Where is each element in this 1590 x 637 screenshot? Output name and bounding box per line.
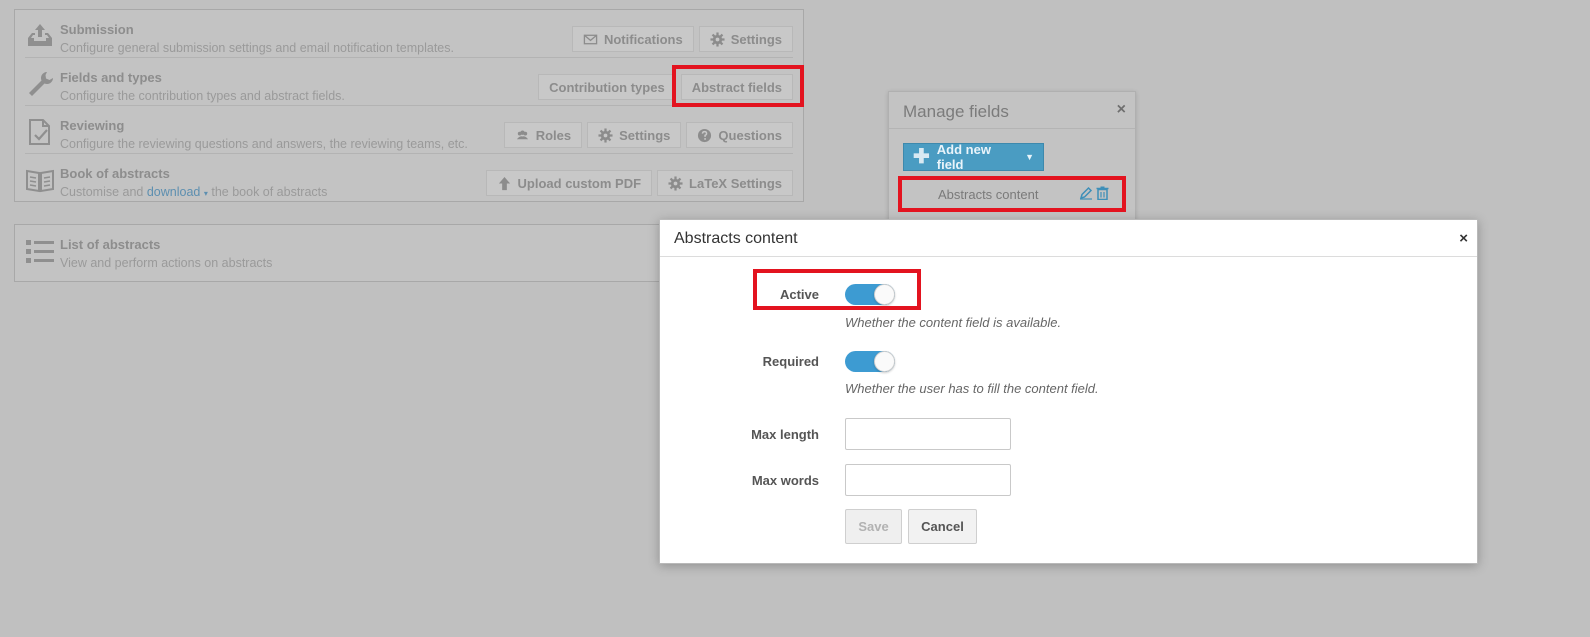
row-description: Customise and download ▾ the book of abs… [60,185,327,199]
gear-icon [598,127,613,143]
inbox-upload-icon [25,21,55,51]
settings-label: Settings [730,31,782,47]
envelope-icon [583,32,598,47]
notifications-button[interactable]: Notifications [571,26,694,52]
dialog-header: Abstracts content × [660,220,1477,257]
cancel-button[interactable]: Cancel [908,509,977,544]
row-title: List of abstracts [60,237,161,252]
row-description: Configure the reviewing questions and an… [60,137,468,151]
dialog-title: Abstracts content [674,230,798,247]
list-of-abstracts-panel[interactable]: List of abstracts View and perform actio… [14,224,676,282]
row-actions: Upload custom PDF LaTeX Settings [485,170,793,196]
max-length-input[interactable] [845,418,1011,450]
latex-settings-label: LaTeX Settings [689,175,782,191]
settings-panel: Submission Configure general submission … [14,9,804,202]
edit-icon[interactable] [1079,186,1093,200]
row-title: Submission [60,22,134,37]
download-dropdown-link[interactable]: download ▾ [147,185,208,199]
upload-custom-pdf-label: Upload custom PDF [517,175,642,191]
settings-label: Settings [619,127,671,143]
reviewing-settings-button[interactable]: Settings [587,122,682,148]
divider [889,128,1135,129]
wrench-icon [25,69,55,99]
gear-icon [668,175,683,191]
max-words-input[interactable] [845,464,1011,496]
open-book-icon [25,165,55,195]
row-description: Configure the contribution types and abs… [60,89,345,103]
roles-button[interactable]: Roles [503,122,583,148]
settings-row-fields-and-types: Fields and types Configure the contribut… [25,58,793,106]
required-toggle[interactable] [845,351,895,372]
settings-row-book-of-abstracts: Book of abstracts Customise and download… [25,154,793,201]
question-icon [697,128,712,143]
roles-label: Roles [535,127,572,143]
questions-label: Questions [718,127,782,143]
upload-custom-pdf-button[interactable]: Upload custom PDF [485,170,653,196]
contribution-types-label: Contribution types [549,79,665,95]
field-label: Abstracts content [938,187,1039,202]
users-icon [515,128,530,143]
dialog-title: Manage fields [903,102,1009,121]
max-words-label: Max words [751,473,819,488]
row-actions: Roles Settings Questions [503,122,793,148]
toggle-knob [874,351,895,372]
settings-row-reviewing: Reviewing Configure the reviewing questi… [25,106,793,154]
save-button[interactable]: Save [845,509,902,544]
required-hint: Whether the user has to fill the content… [845,381,1099,396]
submission-settings-button[interactable]: Settings [698,26,793,52]
row-title: Book of abstracts [60,166,170,181]
description-text: Customise and [60,185,144,199]
questions-button[interactable]: Questions [686,122,793,148]
contribution-types-button[interactable]: Contribution types [538,74,676,100]
caret-down-icon: ▼ [1025,152,1034,162]
caret-down-icon: ▾ [203,189,208,198]
settings-row-submission: Submission Configure general submission … [25,10,793,58]
row-description: Configure general submission settings an… [60,41,454,55]
row-actions: Contribution types Abstract fields [538,74,793,100]
row-title: Fields and types [60,70,162,85]
abstract-fields-label: Abstract fields [691,79,782,95]
max-length-label: Max length [751,427,819,442]
field-row-abstracts-content[interactable]: Abstracts content [903,180,1125,210]
active-label: Active [779,287,819,302]
plus-icon: ✚ [913,146,930,168]
document-check-icon [25,117,55,147]
row-description: View and perform actions on abstracts [60,256,273,270]
trash-icon[interactable] [1096,186,1109,200]
latex-settings-button[interactable]: LaTeX Settings [657,170,793,196]
close-icon[interactable]: × [1459,231,1468,246]
notifications-label: Notifications [603,31,683,47]
add-new-field-label: Add new field [936,142,991,172]
description-text: the book of abstracts [211,185,328,199]
manage-fields-dialog: Manage fields × ✚ Add new field ▼ Abstra… [888,91,1136,233]
gear-icon [710,31,725,47]
toggle-knob [874,284,895,305]
close-icon[interactable]: × [1117,102,1126,118]
active-toggle[interactable] [845,284,895,305]
active-hint: Whether the content field is available. [845,315,1062,330]
upload-icon [497,176,512,191]
add-new-field-button[interactable]: ✚ Add new field ▼ [903,142,1044,172]
download-label: download [146,185,201,199]
abstract-fields-button[interactable]: Abstract fields [680,74,793,100]
list-icon [25,237,55,267]
row-actions: Notifications Settings [571,26,793,52]
row-title: Reviewing [60,118,125,133]
abstracts-content-dialog: Abstracts content × Active Whether the c… [659,219,1478,564]
required-label: Required [762,354,819,369]
